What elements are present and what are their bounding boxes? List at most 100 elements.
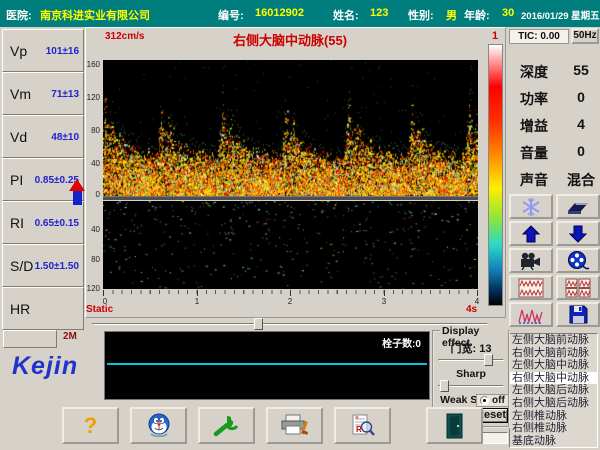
snowflake-icon [519, 196, 543, 218]
param-label: Vd [10, 129, 27, 145]
video-camera-icon [519, 251, 543, 271]
slider-thumb[interactable] [440, 380, 449, 392]
mascot-icon [145, 412, 173, 440]
sharp-slider[interactable] [438, 380, 504, 392]
spectrum-mode-button[interactable] [509, 302, 553, 327]
slider-thumb[interactable] [484, 354, 493, 366]
setting-row-sound: 声音混合 [512, 166, 598, 190]
quad-view-button[interactable] [556, 275, 600, 300]
param-label: S/D [10, 258, 33, 274]
time-span-label: 4s [466, 304, 477, 315]
record-video-button[interactable] [509, 248, 553, 273]
print-button[interactable] [266, 407, 323, 444]
unfreeze-button[interactable] [556, 194, 600, 219]
artery-item[interactable]: 左侧椎动脉 [510, 410, 597, 423]
mmode-label: 2M [63, 331, 77, 342]
radio-label: off [492, 395, 505, 406]
setting-label: 声音 [520, 170, 548, 190]
setting-label: 功率 [520, 89, 548, 109]
freeze-button[interactable] [509, 194, 553, 219]
gender-label: 性别: [408, 7, 434, 23]
x-major-tick [103, 290, 104, 296]
gate-width-slider[interactable] [438, 354, 504, 366]
patient-id-value: 16012902 [255, 7, 304, 19]
slider-track[interactable] [438, 359, 504, 361]
gender-value: 男 [446, 7, 457, 23]
x-major-tick [384, 290, 385, 296]
x-major-tick [477, 290, 478, 296]
artery-item[interactable]: 右侧大脑后动脉 [510, 397, 597, 410]
setting-row-depth: 深度 55 [512, 58, 598, 82]
setting-label: 深度 [520, 62, 548, 82]
param-value: 1.50±1.50 [35, 261, 79, 272]
scale-up-button[interactable] [509, 221, 553, 246]
artery-item[interactable]: 左侧大脑中动脉 [510, 359, 597, 372]
artery-item[interactable]: 右侧大脑前动脉 [510, 347, 597, 360]
output-tray-icon [566, 197, 590, 217]
empty-cell [3, 330, 57, 348]
save-floppy-icon [567, 304, 589, 325]
patient-name-label: 姓名: [333, 7, 359, 23]
exit-door-icon [443, 413, 467, 439]
waveform-icon [518, 305, 544, 325]
artery-list[interactable]: 左侧大脑前动脉 右侧大脑前动脉 左侧大脑中动脉 右侧大脑中动脉 左侧大脑后动脉 … [509, 333, 598, 448]
y-tick: 160 [84, 60, 100, 69]
x-tick: 2 [284, 297, 296, 306]
help-button[interactable]: ? [62, 407, 119, 444]
printer-icon [280, 413, 310, 439]
param-value: 0.65±0.15 [35, 218, 79, 229]
radio-off[interactable]: off [476, 394, 509, 407]
playback-cine-button[interactable] [556, 248, 600, 273]
slider-track[interactable] [92, 323, 488, 325]
artery-item[interactable]: 左侧大脑前动脉 [510, 334, 597, 347]
baseline-indicator[interactable] [69, 179, 85, 209]
setting-row-gain: 增益 4 [512, 112, 598, 136]
static-mode-label: Static [86, 304, 113, 315]
patient-header-bar: 医院: 南京科进实业有限公司 编号: 16012902 姓名: 123 性别: … [0, 0, 600, 27]
vessel-title: 右侧大脑中动脉(55) [150, 30, 430, 49]
report-button[interactable]: R [334, 407, 391, 444]
slider-thumb[interactable] [254, 318, 263, 330]
artery-item[interactable]: 右侧椎动脉 [510, 422, 597, 435]
spectrum-canvas [103, 60, 478, 196]
help-icon: ? [84, 413, 97, 439]
artery-item[interactable]: 右侧大脑中动脉 [510, 372, 597, 385]
setting-label: 增益 [520, 116, 548, 136]
setting-value: 0 [564, 143, 598, 159]
save-button[interactable] [556, 302, 600, 327]
baseline-arrow-icon [69, 179, 85, 191]
velocity-scale-label: 312cm/s [105, 31, 144, 42]
single-view-button[interactable] [509, 275, 553, 300]
setting-value: 55 [564, 62, 598, 78]
x-major-tick [197, 290, 198, 296]
y-tick: 80 [84, 255, 100, 264]
setting-value: 混合 [564, 170, 598, 190]
settings-button[interactable] [198, 407, 255, 444]
setting-value: 4 [564, 116, 598, 132]
patient-name-value: 123 [370, 7, 388, 19]
frequency-button[interactable]: 50Hz [571, 28, 599, 44]
param-label: Vp [10, 43, 27, 59]
sweep-position-slider[interactable] [92, 318, 488, 330]
quad-spectrum-icon [565, 278, 591, 298]
reverse-flow-spectrum [103, 201, 478, 289]
report-icon: R [350, 413, 376, 439]
y-tick: 80 [84, 126, 100, 135]
scale-down-button[interactable] [556, 221, 600, 246]
setting-value: 0 [564, 89, 598, 105]
setting-row-volume: 音量0 [512, 139, 598, 163]
single-spectrum-icon [518, 278, 544, 298]
patient-info-button[interactable] [130, 407, 187, 444]
tic-value-display: TIC: 0.00 [509, 29, 569, 44]
color-scale-bar [488, 44, 503, 306]
x-tick: 1 [191, 297, 203, 306]
datetime-display: 2016/01/29 星期五 23:11:54 [521, 8, 600, 22]
artery-item[interactable]: 左侧大脑后动脉 [510, 384, 597, 397]
param-value: 101±16 [46, 46, 79, 57]
exit-button[interactable] [426, 407, 483, 444]
hospital-value: 南京科进实业有限公司 [40, 7, 150, 23]
emboli-count-display: 栓子数:0 [382, 335, 421, 350]
artery-item[interactable]: 基底动脉 [510, 435, 597, 448]
forward-flow-spectrum [103, 60, 478, 196]
param-cell-vp: Vp 101±16 [2, 29, 84, 72]
